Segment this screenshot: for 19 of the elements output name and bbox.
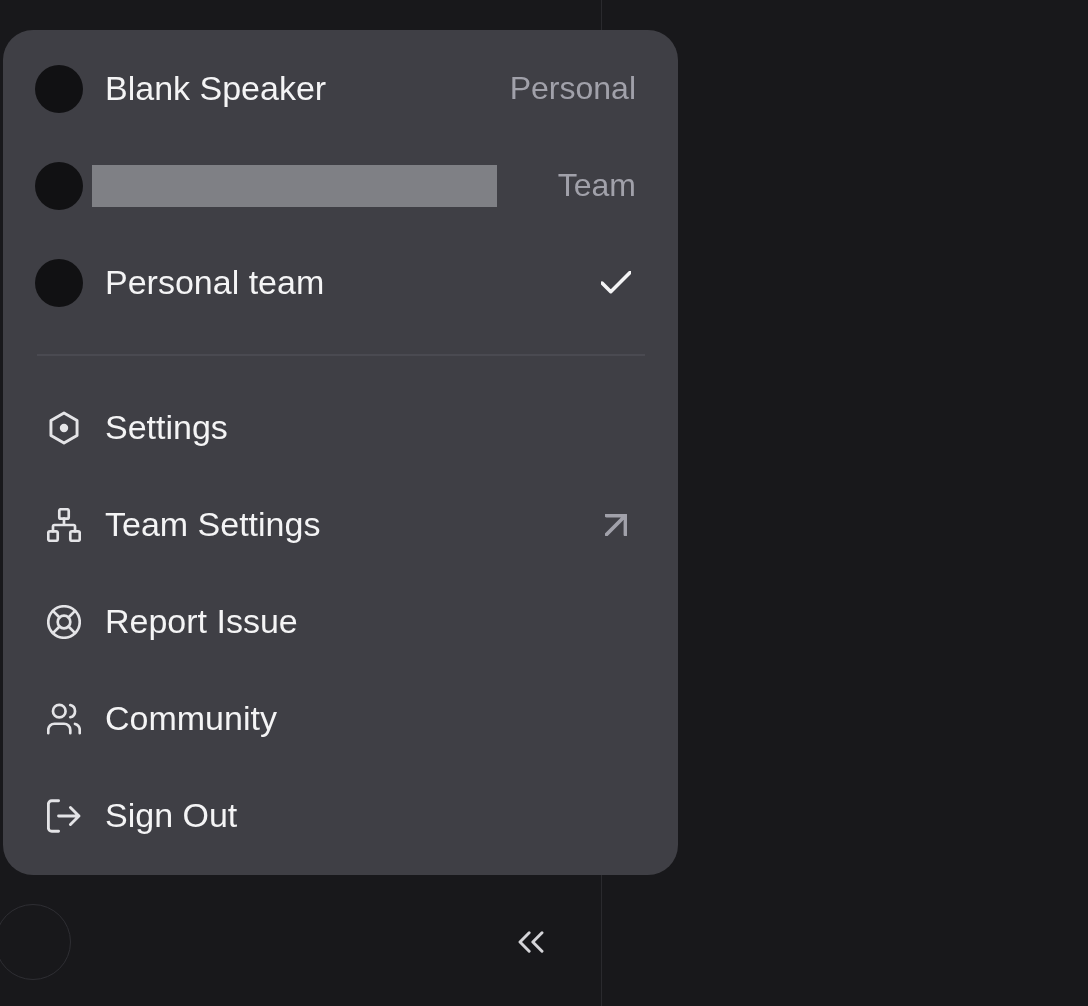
avatar-icon [35, 258, 83, 307]
avatar-icon [35, 64, 83, 113]
menu-item[interactable]: Settings [35, 379, 636, 476]
menu-item[interactable]: Sign Out [35, 767, 636, 864]
account-type-label: Team [557, 167, 636, 204]
avatar-icon [35, 161, 83, 210]
account-option[interactable]: Team [35, 137, 636, 234]
lifebuoy-icon [47, 604, 81, 639]
account-option[interactable]: Blank Speaker Personal [35, 40, 636, 137]
network-icon [47, 507, 81, 542]
account-type-label: Personal [509, 70, 636, 107]
menu-item[interactable]: Report Issue [35, 573, 636, 670]
users-icon [47, 701, 81, 736]
sign-out-icon [47, 798, 81, 833]
settings-icon [47, 410, 81, 445]
double-chevron-left-icon [518, 931, 544, 953]
account-option[interactable]: Personal team [35, 234, 636, 331]
menu-item[interactable]: Community [35, 670, 636, 767]
menu-item[interactable]: Team Settings [35, 476, 636, 573]
